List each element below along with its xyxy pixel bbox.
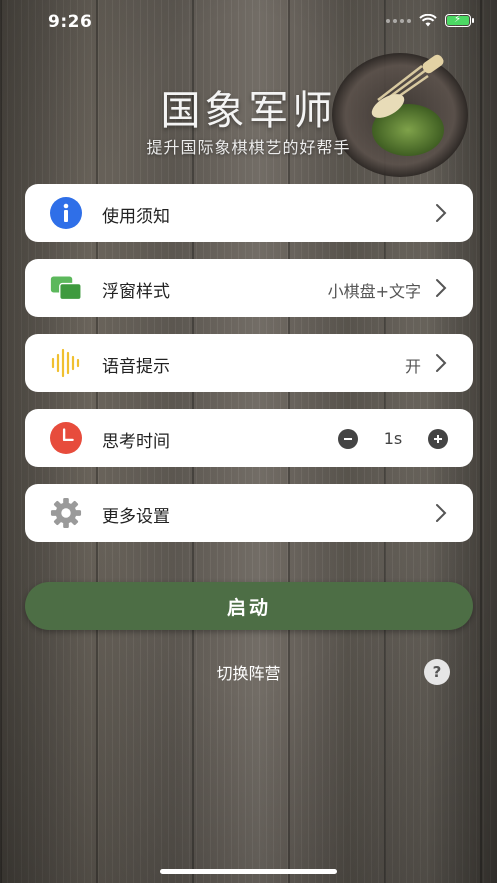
app-title: 国象军师 [160,88,337,134]
start-button[interactable]: 启动 [25,582,473,630]
think-time-row: 思考时间 1s [25,409,473,467]
chevron-right-icon [436,204,447,222]
status-time: 9:26 [48,12,93,32]
more-settings-row[interactable]: 更多设置 [25,484,473,542]
cellular-signal-icon [386,18,411,23]
more-settings-label: 更多设置 [102,507,170,527]
info-icon [50,197,82,229]
increase-time-button[interactable] [428,429,448,449]
soundwave-icon [50,347,82,379]
chevron-right-icon [436,279,447,297]
windows-icon [50,272,82,304]
voice-prompt-value: 开 [404,357,421,376]
battery-icon: ⚡ [445,14,474,27]
status-bar: 9:26 ⚡ [0,0,497,44]
decrease-time-button[interactable] [338,429,358,449]
think-time-label: 思考时间 [102,432,170,452]
wifi-icon [419,14,437,27]
think-time-stepper: 1s [338,428,448,450]
float-style-label: 浮窗样式 [102,282,170,302]
status-indicators: ⚡ [386,14,474,27]
help-icon[interactable]: ? [424,659,450,685]
chevron-right-icon [436,504,447,522]
voice-prompt-row[interactable]: 语音提示 开 [25,334,473,392]
switch-camp-link[interactable]: 切换阵营 [0,660,497,684]
float-style-row[interactable]: 浮窗样式 小棋盘+文字 [25,259,473,317]
home-indicator[interactable] [160,869,337,874]
gear-icon [50,497,82,529]
usage-notice-row[interactable]: 使用须知 [25,184,473,242]
usage-notice-label: 使用须知 [102,207,170,227]
voice-prompt-label: 语音提示 [102,357,170,377]
clock-icon [50,422,82,454]
chevron-right-icon [436,354,447,372]
think-time-value: 1s [383,429,403,448]
app-subtitle: 提升国际象棋棋艺的好帮手 [146,138,351,157]
float-style-value: 小棋盘+文字 [327,282,421,301]
